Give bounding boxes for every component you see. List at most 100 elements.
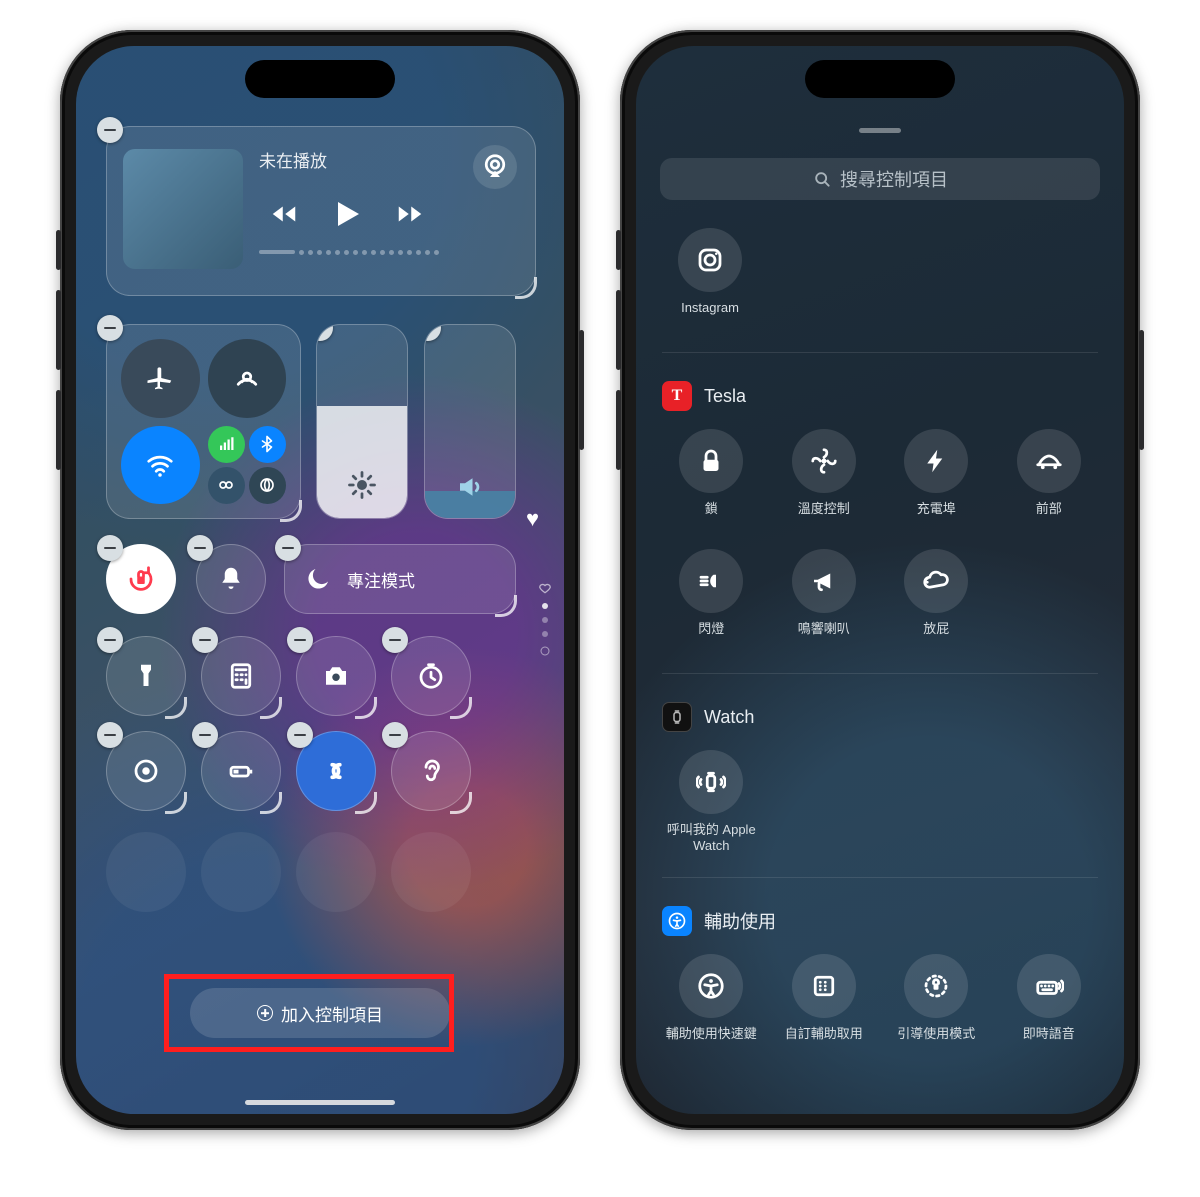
- favorites-icon[interactable]: ♥: [526, 506, 539, 532]
- low-power-button[interactable]: [201, 731, 281, 811]
- remove-icon[interactable]: [187, 535, 213, 561]
- gallery-item-lock[interactable]: 鎖: [660, 429, 763, 529]
- remove-icon[interactable]: [97, 722, 123, 748]
- resize-handle-icon[interactable]: [165, 697, 187, 719]
- gallery-item-guided-access[interactable]: 引導使用模式: [885, 954, 988, 1054]
- gallery-item-label: 鳴響喇叭: [798, 621, 850, 649]
- airplay-icon: [480, 152, 510, 182]
- forward-icon[interactable]: [395, 199, 425, 229]
- remove-icon[interactable]: [192, 722, 218, 748]
- resize-handle-icon[interactable]: [355, 697, 377, 719]
- gallery-item-ping-watch[interactable]: 呼叫我的 Apple Watch: [660, 750, 763, 853]
- search-placeholder: 搜尋控制項目: [840, 166, 948, 192]
- resize-handle-icon[interactable]: [280, 500, 302, 522]
- divider: [662, 673, 1098, 674]
- satellite-button[interactable]: [249, 467, 286, 504]
- gallery-item-ax-shortcut[interactable]: 輔助使用快速鍵: [660, 954, 763, 1054]
- gallery-item-instagram[interactable]: Instagram: [660, 228, 760, 328]
- bolt-icon: [921, 446, 951, 476]
- focus-label: 專注模式: [347, 567, 415, 592]
- gallery-item-horn[interactable]: 鳴響喇叭: [773, 549, 876, 649]
- search-input[interactable]: 搜尋控制項目: [660, 158, 1100, 200]
- plus-icon: [257, 1005, 273, 1021]
- home-indicator[interactable]: [245, 1100, 395, 1105]
- remove-icon[interactable]: [287, 722, 313, 748]
- remove-icon[interactable]: [275, 535, 301, 561]
- focus-mode-button[interactable]: 專注模式: [284, 544, 516, 614]
- add-control-button[interactable]: 加入控制項目: [190, 988, 450, 1038]
- resize-handle-icon[interactable]: [260, 697, 282, 719]
- remove-icon[interactable]: [97, 117, 123, 143]
- gallery-item-label: 引導使用模式: [897, 1026, 975, 1054]
- remove-icon[interactable]: [287, 627, 313, 653]
- silent-mode-button[interactable]: [196, 544, 266, 614]
- gallery-item-label: 放屁: [923, 621, 949, 649]
- resize-handle-icon[interactable]: [515, 277, 537, 299]
- resize-handle-icon[interactable]: [165, 792, 187, 814]
- hotspot-button[interactable]: [208, 467, 245, 504]
- empty-slot[interactable]: [296, 832, 376, 912]
- airplay-button[interactable]: [473, 145, 517, 189]
- screen-record-button[interactable]: [106, 731, 186, 811]
- cellular-icon: [217, 435, 235, 453]
- heart-icon: [538, 581, 552, 595]
- section-title: Tesla: [704, 386, 746, 407]
- gallery-item-label: 呼叫我的 Apple Watch: [666, 822, 756, 853]
- page-indicator[interactable]: [538, 581, 552, 657]
- resize-handle-icon[interactable]: [450, 697, 472, 719]
- progress-dots: [259, 250, 519, 255]
- cellular-button[interactable]: [208, 426, 245, 463]
- gallery-item-flash[interactable]: 閃燈: [660, 549, 763, 649]
- remove-icon[interactable]: [97, 315, 123, 341]
- gallery-item-fart[interactable]: 放屁: [885, 549, 988, 649]
- gallery-item-frunk[interactable]: 前部: [998, 429, 1101, 529]
- bluetooth-button[interactable]: [249, 426, 286, 463]
- section-title: Watch: [704, 707, 754, 728]
- gallery-item-live-speech[interactable]: 即時語音: [998, 954, 1101, 1054]
- remove-icon[interactable]: [382, 722, 408, 748]
- timer-button[interactable]: [391, 636, 471, 716]
- now-playing-tile[interactable]: 未在播放: [106, 126, 536, 296]
- connectivity-tile[interactable]: [106, 324, 301, 519]
- resize-handle-icon[interactable]: [260, 792, 282, 814]
- divider: [662, 877, 1098, 878]
- calculator-button[interactable]: [201, 636, 281, 716]
- brightness-slider[interactable]: [316, 324, 408, 519]
- shazam-button[interactable]: [296, 731, 376, 811]
- wifi-button[interactable]: [121, 426, 200, 505]
- gallery-item-climate[interactable]: 溫度控制: [773, 429, 876, 529]
- remove-icon[interactable]: [97, 535, 123, 561]
- gallery-item-assistive-access[interactable]: 自訂輔助取用: [773, 954, 876, 1054]
- empty-slot[interactable]: [391, 832, 471, 912]
- rotation-lock-button[interactable]: [106, 544, 176, 614]
- airplane-mode-button[interactable]: [121, 339, 200, 418]
- resize-handle-icon[interactable]: [495, 595, 517, 617]
- volume-slider[interactable]: [424, 324, 516, 519]
- play-icon[interactable]: [329, 196, 365, 232]
- calculator-icon: [226, 661, 256, 691]
- section-tesla: T Tesla 鎖 溫度控制 充電埠 前部 閃燈 鳴響喇叭 放屁: [660, 381, 1100, 649]
- remove-icon[interactable]: [316, 324, 333, 341]
- resize-handle-icon[interactable]: [450, 792, 472, 814]
- resize-handle-icon[interactable]: [355, 792, 377, 814]
- section-title: 輔助使用: [704, 908, 776, 934]
- gallery-item-label: Instagram: [681, 300, 739, 328]
- timer-icon: [416, 661, 446, 691]
- empty-slot[interactable]: [106, 832, 186, 912]
- empty-slot-row: [106, 832, 471, 912]
- gallery-item-charge[interactable]: 充電埠: [885, 429, 988, 529]
- rewind-icon[interactable]: [269, 199, 299, 229]
- remove-icon[interactable]: [192, 627, 218, 653]
- remove-icon[interactable]: [97, 627, 123, 653]
- empty-slot[interactable]: [201, 832, 281, 912]
- camera-button[interactable]: [296, 636, 376, 716]
- airdrop-button[interactable]: [208, 339, 287, 418]
- accessibility-icon: [696, 971, 726, 1001]
- satellite-icon: [258, 476, 276, 494]
- gallery-item-label: 前部: [1036, 501, 1062, 529]
- album-art: [123, 149, 243, 269]
- remove-icon[interactable]: [424, 324, 441, 341]
- remove-icon[interactable]: [382, 627, 408, 653]
- flashlight-button[interactable]: [106, 636, 186, 716]
- hearing-button[interactable]: [391, 731, 471, 811]
